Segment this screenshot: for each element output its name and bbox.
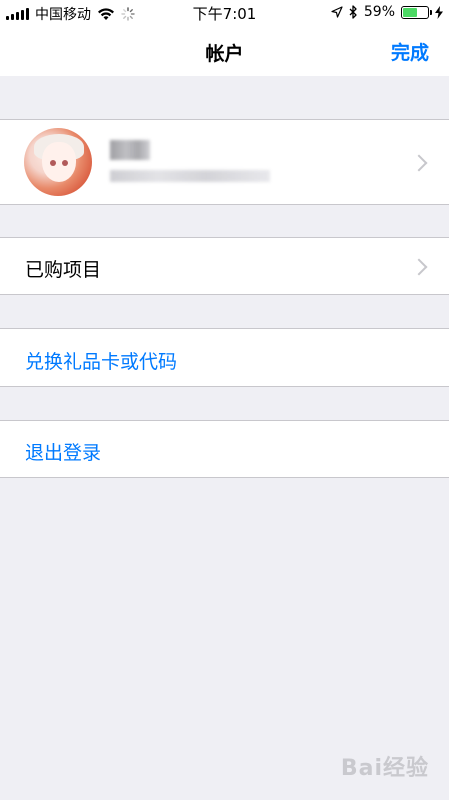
purchased-items-row[interactable]: 已购项目 (0, 237, 449, 295)
location-arrow-icon (331, 6, 343, 18)
battery-icon (401, 5, 432, 19)
page-title: 帐户 (205, 43, 244, 65)
account-profile-row[interactable] (0, 119, 449, 205)
redeem-gift-card-label[interactable]: 兑换礼品卡或代码 (25, 347, 177, 374)
account-name-redacted (110, 140, 150, 160)
redeem-gift-card-row[interactable]: 兑换礼品卡或代码 (0, 328, 449, 387)
account-id-redacted (110, 170, 270, 182)
status-right: 59% (331, 4, 443, 20)
battery-level-fill (403, 7, 417, 17)
avatar-eye (62, 160, 68, 166)
charging-bolt-icon (435, 5, 443, 19)
chevron-right-icon (410, 258, 428, 276)
chevron-right-icon (410, 154, 428, 172)
watermark-logo: Bai经验 (340, 756, 429, 781)
navigation-bar: 帐户 完成 (0, 26, 449, 76)
done-button[interactable]: 完成 (391, 38, 429, 65)
avatar-face (42, 142, 76, 182)
sign-out-row[interactable]: 退出登录 (0, 420, 449, 478)
battery-percent: 59% (363, 4, 395, 20)
purchased-items-label: 已购项目 (25, 259, 102, 281)
avatar-eye (50, 160, 56, 166)
avatar (24, 128, 92, 196)
status-bar: 中国移动 下午7:01 59% (0, 0, 449, 26)
sign-out-label[interactable]: 退出登录 (25, 438, 101, 465)
battery-tip (430, 9, 432, 15)
bluetooth-icon (349, 5, 357, 19)
